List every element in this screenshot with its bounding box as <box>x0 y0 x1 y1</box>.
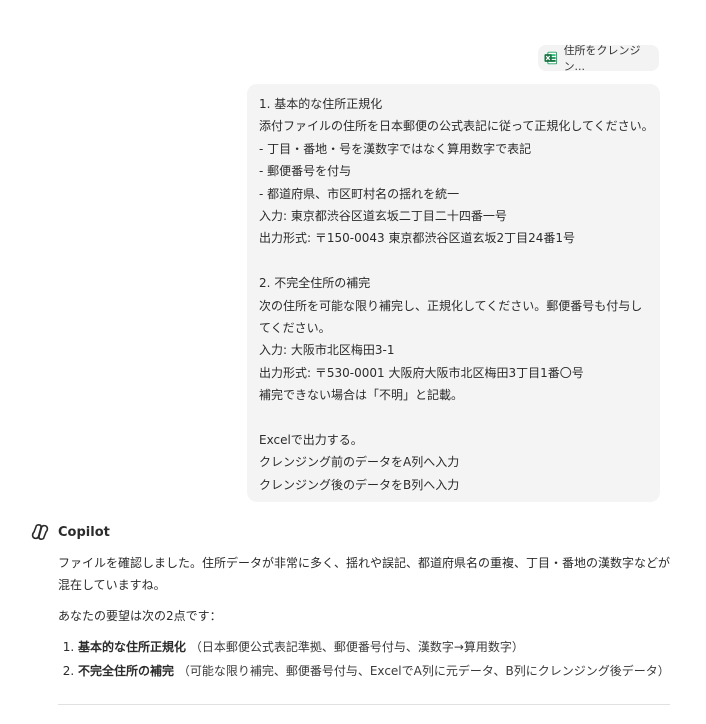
assistant-header: Copilot <box>30 522 110 542</box>
message-line: 入力: 東京都渋谷区道玄坂二丁目二十四番一号 <box>259 208 507 223</box>
message-line: 2. 不完全住所の補完 <box>259 276 371 291</box>
reply-paragraph: あなたの要望は次の2点です： <box>58 609 222 623</box>
message-line: - 都道府県、市区町村名の揺れを統一 <box>259 186 460 201</box>
requirements-list: 基本的な住所正規化 （日本郵便公式表記準拠、郵便番号付与、漢数字→算用数字） 不… <box>58 636 678 682</box>
list-item-detail: （可能な限り補完、郵便番号付与、ExcelでA列に元データ、B列にクレンジング後… <box>177 664 670 678</box>
message-line: 入力: 大阪市北区梅田3-1 <box>259 343 395 358</box>
message-line: - 丁目・番地・号を漢数字ではなく算用数字で表記 <box>259 141 532 156</box>
attachment-label: 住所をクレンジン... <box>563 44 641 73</box>
copilot-logo-icon <box>31 524 49 540</box>
message-line: 次の住所を可能な限り補完し、正規化してください。郵便番号も付与してください。 <box>259 298 643 335</box>
message-line: Excelで出力する。 <box>259 432 363 447</box>
attachment-chip[interactable]: 住所をクレンジン... <box>538 44 659 73</box>
message-line: 添付ファイルの住所を日本郵便の公式表記に従って正規化してください。 <box>259 119 654 134</box>
message-line: 補完できない場合は「不明」と記載。 <box>259 388 464 403</box>
user-message-bubble: 1. 基本的な住所正規化 添付ファイルの住所を日本郵便の公式表記に従って正規化し… <box>247 84 660 502</box>
excel-file-icon <box>544 51 558 65</box>
message-line: クレンジング後のデータをB列へ入力 <box>259 477 460 492</box>
message-line: 1. 基本的な住所正規化 <box>259 97 383 111</box>
list-item-detail: （日本郵便公式表記準拠、郵便番号付与、漢数字→算用数字） <box>189 640 524 654</box>
message-line: クレンジング前のデータをA列へ入力 <box>259 455 460 470</box>
message-line: 出力形式: 〒530-0001 大阪府大阪市北区梅田3丁目1番〇号 <box>259 365 584 380</box>
list-item-title: 基本的な住所正規化 <box>78 640 187 654</box>
assistant-message: ファイルを確認しました。住所データが非常に多く、揺れや誤記、都道府県名の重複、丁… <box>58 552 678 684</box>
assistant-name: Copilot <box>58 524 110 540</box>
list-item: 基本的な住所正規化 （日本郵便公式表記準拠、郵便番号付与、漢数字→算用数字） <box>78 636 678 658</box>
reply-paragraph: ファイルを確認しました。住所データが非常に多く、揺れや誤記、都道府県名の重複、丁… <box>58 556 671 592</box>
message-line: - 郵便番号を付与 <box>259 164 352 179</box>
list-item-title: 不完全住所の補完 <box>78 664 175 678</box>
list-item: 不完全住所の補完 （可能な限り補完、郵便番号付与、ExcelでA列に元データ、B… <box>78 660 678 682</box>
message-line: 出力形式: 〒150-0043 東京都渋谷区道玄坂2丁目24番1号 <box>259 231 575 246</box>
divider <box>58 704 670 705</box>
